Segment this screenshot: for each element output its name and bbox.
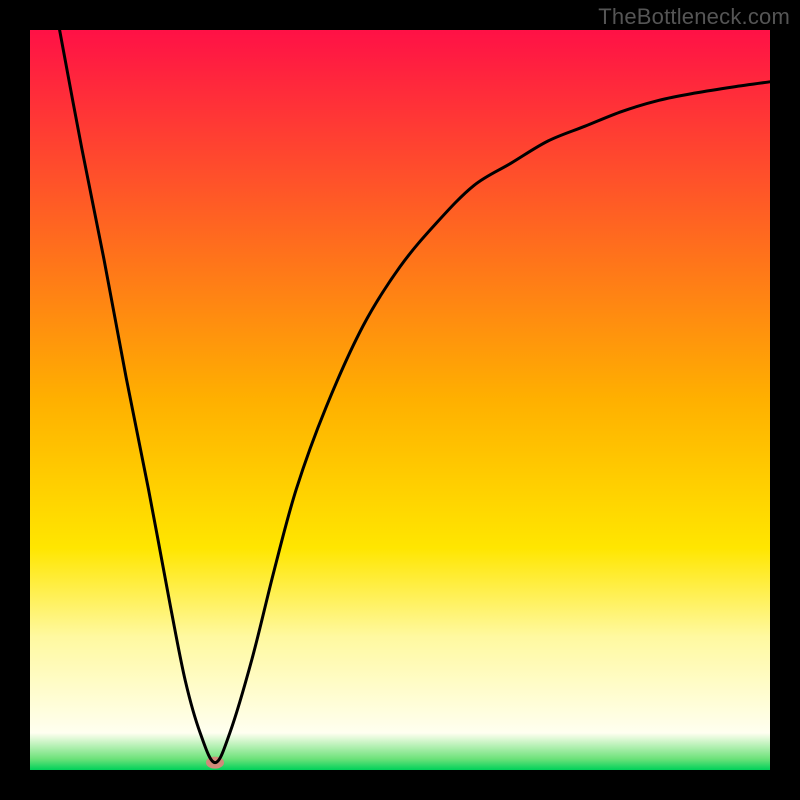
chart-frame: TheBottleneck.com: [0, 0, 800, 800]
plot-background: [30, 30, 770, 770]
bottleneck-chart: [0, 0, 800, 800]
